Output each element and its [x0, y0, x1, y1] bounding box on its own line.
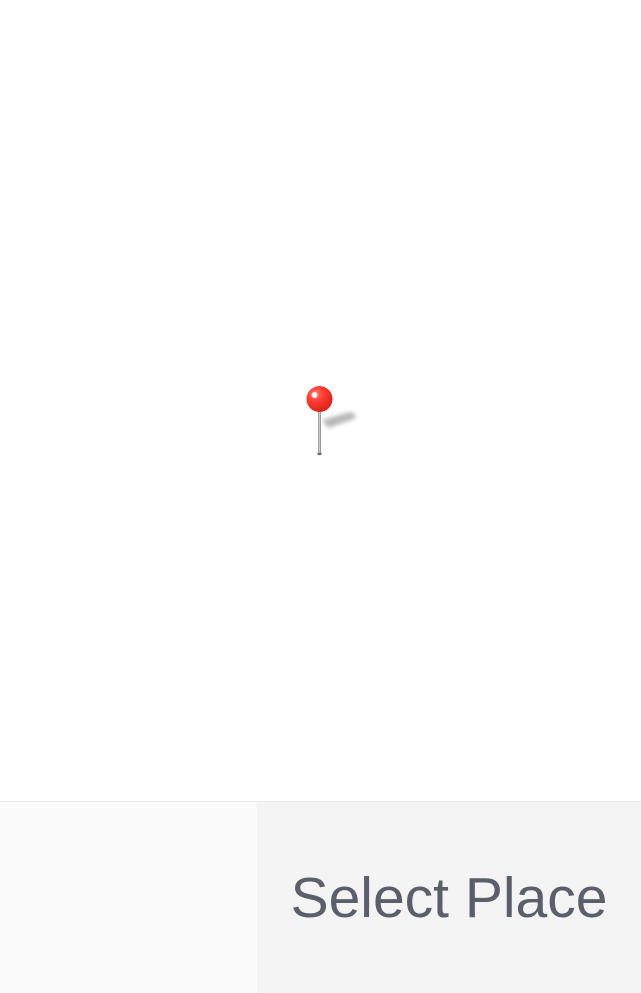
screen: Select Place [0, 0, 641, 993]
select-place-button[interactable]: Select Place [257, 802, 641, 993]
bottom-bar: Select Place [0, 801, 641, 993]
select-place-label: Select Place [290, 865, 608, 930]
bottom-bar-empty-area [0, 802, 257, 993]
map-view[interactable] [0, 0, 641, 801]
map-pin-icon [298, 382, 368, 462]
